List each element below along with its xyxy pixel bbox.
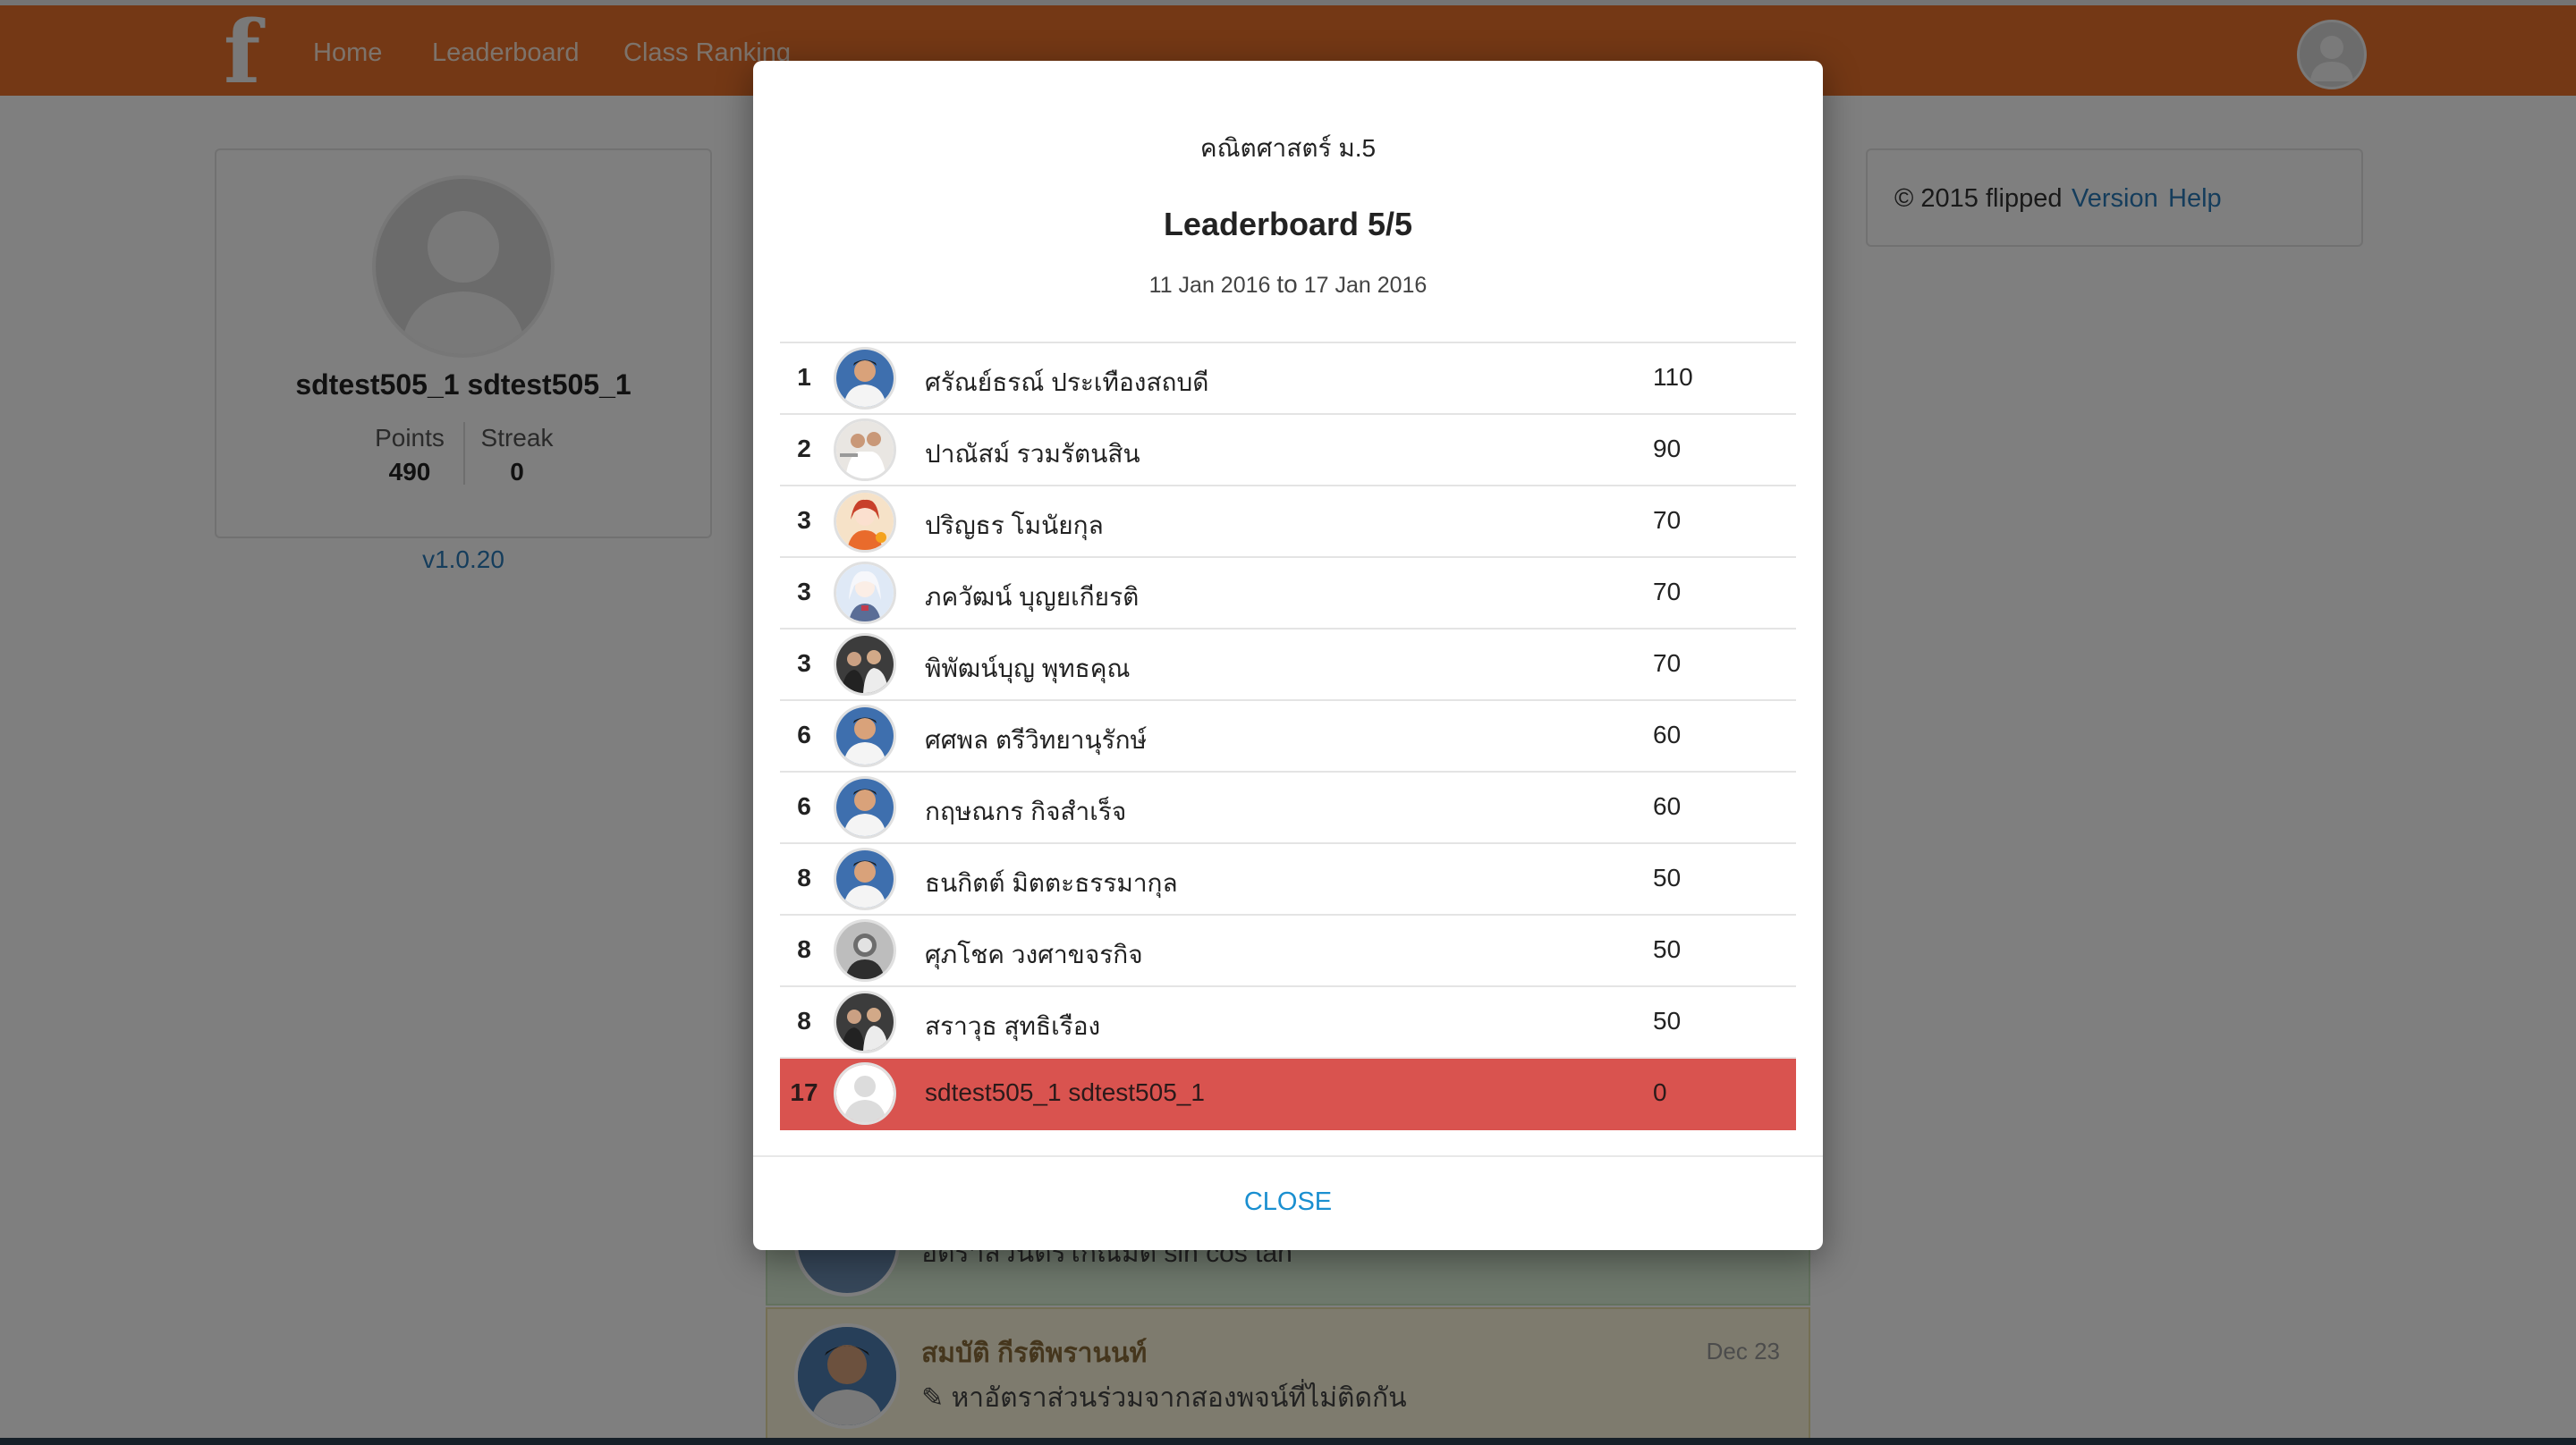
- date-to-word: to: [1276, 270, 1298, 298]
- rank: 6: [797, 721, 811, 748]
- close-button[interactable]: CLOSE: [1154, 1175, 1422, 1229]
- modal-subject: คณิตศาสตร์ ม.5: [1199, 134, 1377, 162]
- rank: 6: [797, 792, 811, 820]
- student-name: กฤษณกร กิจสำเร็จ: [925, 798, 1127, 825]
- leaderboard-row[interactable]: 3 ปริญธร โมนัยกุล 70: [780, 486, 1796, 558]
- student-avatar: [834, 347, 896, 410]
- date-range: 11 Jan 2016 to 17 Jan 2016: [753, 270, 1823, 299]
- rank: 8: [797, 935, 811, 963]
- rank: 3: [797, 578, 811, 605]
- student-name: ปริญธร โมนัยกุล: [925, 511, 1104, 539]
- student-avatar: [834, 562, 896, 624]
- points: 50: [1653, 864, 1682, 892]
- rank: 3: [797, 506, 811, 534]
- student-name: ปาณัสม์ รวมรัตนสิน: [925, 440, 1140, 468]
- date-to: 17 Jan 2016: [1303, 273, 1428, 298]
- points: 70: [1653, 506, 1682, 534]
- leaderboard-row[interactable]: 8 สราวุธ สุทธิเรือง 50: [780, 987, 1796, 1059]
- rank: 1: [797, 363, 811, 391]
- leaderboard-row[interactable]: 6 ศศพล ตรีวิทยานุรักษ์ 60: [780, 701, 1796, 773]
- points: 0: [1653, 1078, 1667, 1106]
- points: 70: [1653, 649, 1682, 677]
- student-avatar: [834, 633, 896, 696]
- student-name: ศุภโชค วงศาขจรกิจ: [925, 941, 1143, 968]
- student-avatar: [834, 705, 896, 767]
- points: 110: [1653, 363, 1693, 391]
- student-name: sdtest505_1 sdtest505_1: [925, 1078, 1205, 1106]
- points: 70: [1653, 578, 1682, 605]
- points: 60: [1653, 721, 1682, 748]
- leaderboard-row[interactable]: 6 กฤษณกร กิจสำเร็จ 60: [780, 773, 1796, 844]
- student-avatar: [834, 919, 896, 982]
- student-name: ศศพล ตรีวิทยานุรักษ์: [925, 726, 1148, 754]
- leaderboard-row-current-user[interactable]: 17 sdtest505_1 sdtest505_1 0: [780, 1059, 1796, 1130]
- leaderboard-row[interactable]: 1 ศรัณย์ธรณ์ ประเทืองสถบดี 110: [780, 343, 1796, 415]
- points: 50: [1653, 935, 1682, 963]
- modal-footer-divider: [753, 1155, 1823, 1157]
- leaderboard-row[interactable]: 8 ศุภโชค วงศาขจรกิจ 50: [780, 916, 1796, 987]
- student-avatar: [834, 848, 896, 910]
- rank: 2: [797, 435, 811, 462]
- rank: 8: [797, 1007, 811, 1035]
- points: 60: [1653, 792, 1682, 820]
- student-name: ศรัณย์ธรณ์ ประเทืองสถบดี: [925, 368, 1209, 396]
- date-from: 11 Jan 2016: [1148, 273, 1271, 298]
- rank: 8: [797, 864, 811, 892]
- student-name: สราวุธ สุทธิเรือง: [925, 1012, 1101, 1040]
- rank: 3: [797, 649, 811, 677]
- modal-title: Leaderboard 5/5: [1163, 206, 1413, 242]
- student-avatar: [834, 776, 896, 839]
- leaderboard-row[interactable]: 3 ภควัฒน์ บุญยเกียรติ 70: [780, 558, 1796, 630]
- rank: 17: [790, 1078, 818, 1106]
- student-name: ภควัฒน์ บุญยเกียรติ: [925, 583, 1140, 611]
- default-avatar-icon: [834, 1062, 896, 1125]
- student-avatar: [834, 991, 896, 1053]
- points: 90: [1653, 435, 1682, 462]
- leaderboard-row[interactable]: 8 ธนกิตต์ มิตตะธรรมากุล 50: [780, 844, 1796, 916]
- leaderboard-modal: คณิตศาสตร์ ม.5 Leaderboard 5/5 11 Jan 20…: [753, 61, 1823, 1250]
- leaderboard-table: 1 ศรัณย์ธรณ์ ประเทืองสถบดี 110 2 ปาณัสม์ รวม…: [780, 342, 1796, 1130]
- student-avatar: [834, 418, 896, 481]
- student-name: พิพัฒน์บุญ พุทธคุณ: [925, 655, 1131, 682]
- points: 50: [1653, 1007, 1682, 1035]
- leaderboard-row[interactable]: 3 พิพัฒน์บุญ พุทธคุณ 70: [780, 630, 1796, 701]
- student-avatar: [834, 490, 896, 553]
- student-name: ธนกิตต์ มิตตะธรรมากุล: [925, 869, 1178, 897]
- leaderboard-row[interactable]: 2 ปาณัสม์ รวมรัตนสิน 90: [780, 415, 1796, 486]
